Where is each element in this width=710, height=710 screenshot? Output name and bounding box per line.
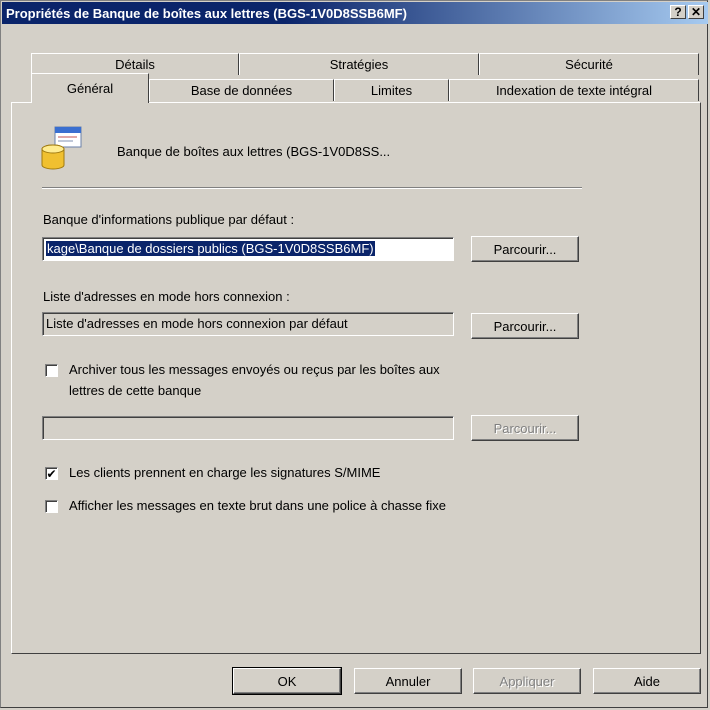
cancel-button[interactable]: Annuler (354, 668, 462, 694)
tab-limits-label: Limites (370, 83, 413, 98)
plain-text-checkbox[interactable] (45, 500, 58, 513)
archive-browse-label: Parcourir... (493, 420, 557, 436)
tab-strategies-label: Stratégies (329, 57, 389, 72)
window-title: Propriétés de Banque de boîtes aux lettr… (6, 5, 407, 21)
general-tab-panel (11, 102, 701, 654)
offline-list-field[interactable]: Liste d'adresses en mode hors connexion … (42, 312, 454, 336)
tab-general[interactable]: Général (31, 73, 149, 103)
tab-database[interactable]: Base de données (149, 79, 334, 101)
mailbox-store-icon (41, 126, 82, 170)
tab-security[interactable]: Sécurité (479, 53, 699, 75)
title-bar[interactable]: Propriétés de Banque de boîtes aux lettr… (2, 2, 708, 24)
offline-list-value: Liste d'adresses en mode hors connexion … (46, 316, 348, 331)
tab-details-label: Détails (115, 57, 155, 72)
archive-checkbox[interactable] (45, 364, 58, 377)
separator (42, 187, 582, 189)
smime-label: Les clients prennent en charge les signa… (69, 465, 381, 480)
apply-label: Appliquer (499, 673, 555, 689)
archive-label-line1: Archiver tous les messages envoyés ou re… (69, 362, 440, 377)
public-store-browse-label: Parcourir... (493, 241, 557, 257)
tab-strategies[interactable]: Stratégies (239, 53, 479, 75)
archive-browse-button: Parcourir... (471, 415, 579, 441)
properties-dialog: Propriétés de Banque de boîtes aux lettr… (0, 0, 708, 708)
offline-list-label: Liste d'adresses en mode hors connexion … (43, 289, 290, 304)
public-store-value: kage\Banque de dossiers publics (BGS-1V0… (46, 241, 375, 256)
tab-limits[interactable]: Limites (334, 79, 449, 101)
help-label: Aide (633, 673, 661, 689)
help-button[interactable]: Aide (593, 668, 701, 694)
close-icon[interactable]: ✕ (688, 5, 704, 19)
smime-checkbox[interactable]: ✔ (45, 467, 58, 480)
tab-general-label: Général (66, 81, 114, 96)
offline-list-browse-button[interactable]: Parcourir... (471, 313, 579, 339)
check-icon: ✔ (46, 466, 57, 481)
cancel-label: Annuler (385, 673, 431, 689)
offline-list-browse-label: Parcourir... (493, 318, 557, 334)
public-store-label: Banque d'informations publique par défau… (43, 212, 295, 227)
help-icon[interactable]: ? (670, 5, 686, 19)
public-store-field[interactable]: kage\Banque de dossiers publics (BGS-1V0… (42, 237, 454, 261)
store-name: Banque de boîtes aux lettres (BGS-1V0D8S… (117, 144, 391, 159)
ok-label: OK (277, 673, 297, 689)
tab-security-label: Sécurité (565, 57, 613, 72)
archive-field (42, 416, 454, 440)
tab-full-text-indexing-label: Indexation de texte intégral (495, 83, 653, 98)
archive-label-line2: lettres de cette banque (69, 383, 202, 398)
tab-full-text-indexing[interactable]: Indexation de texte intégral (449, 79, 699, 101)
tab-details[interactable]: Détails (31, 53, 239, 75)
public-store-browse-button[interactable]: Parcourir... (471, 236, 579, 262)
ok-button[interactable]: OK (232, 667, 342, 695)
tab-database-label: Base de données (190, 83, 293, 98)
plain-text-label: Afficher les messages en texte brut dans… (69, 498, 446, 513)
apply-button: Appliquer (473, 668, 581, 694)
